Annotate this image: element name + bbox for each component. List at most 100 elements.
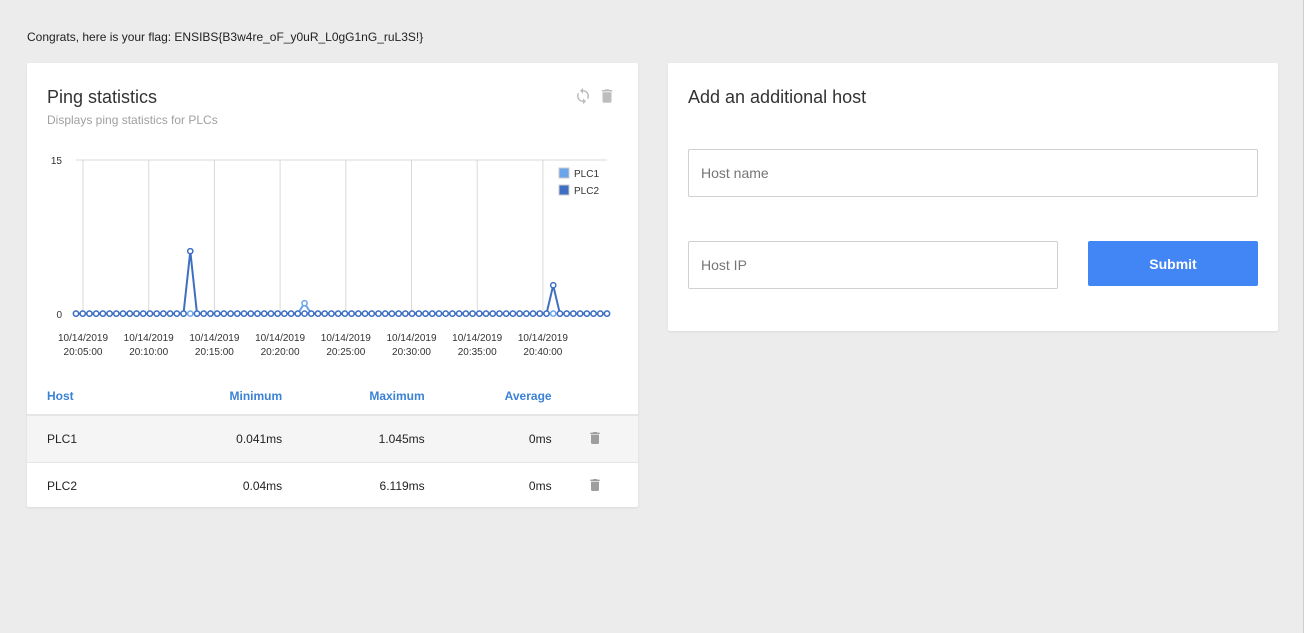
data-point-plc2 [496, 310, 503, 317]
data-point-plc2 [516, 310, 523, 317]
x-tick-label-time: 20:05:00 [64, 347, 103, 358]
data-point-plc2 [301, 310, 308, 317]
data-point-plc2 [375, 310, 382, 317]
data-point-plc2 [570, 310, 577, 317]
data-point-plc2 [603, 310, 611, 317]
data-point-plc2 [314, 310, 322, 317]
data-point-plc2 [126, 310, 134, 317]
data-point-plc2 [502, 310, 510, 317]
row-maximum: 6.119ms [379, 479, 425, 493]
x-tick-label-time: 20:35:00 [458, 347, 497, 358]
row-delete-cell [552, 463, 638, 510]
table-header-row: Host Minimum Maximum Average [27, 378, 638, 415]
refresh-icon[interactable] [574, 87, 592, 105]
x-tick-label-time: 20:25:00 [326, 347, 365, 358]
x-tick-label-time: 20:15:00 [195, 347, 234, 358]
data-point-plc2 [408, 310, 416, 317]
data-point-plc2 [549, 281, 557, 289]
ping-stats-table: Host Minimum Maximum Average PLC1 0.041m… [27, 378, 638, 509]
data-point-plc2 [281, 310, 288, 317]
row-delete-cell [552, 415, 638, 463]
data-point-plc2 [92, 310, 100, 317]
data-point-plc2 [260, 310, 268, 317]
series-line-plc2 [76, 251, 607, 315]
data-point-plc1 [186, 310, 194, 317]
ping-chart: 0 15 10/14/2019 20:05:00 10/14/2019 20:10:00 1… [27, 143, 638, 363]
data-point-plc2 [354, 310, 362, 317]
data-point-plc2 [489, 310, 497, 317]
row-average: 0ms [528, 432, 552, 446]
data-point-plc2 [160, 310, 167, 317]
data-point-plc2 [442, 310, 450, 317]
x-tick-label-date: 10/14/2019 [124, 333, 174, 344]
data-point-plc2 [556, 310, 564, 317]
row-maximum: 1.045ms [378, 432, 425, 446]
x-tick-label-date: 10/14/2019 [321, 333, 371, 344]
data-point-plc2 [455, 310, 463, 317]
data-point-plc2 [415, 310, 423, 317]
row-host: PLC2 [47, 479, 78, 493]
data-point-plc2 [119, 310, 127, 317]
add-host-card: Add an additional host Submit [668, 63, 1278, 331]
data-point-plc2 [402, 310, 409, 317]
x-tick-label-date: 10/14/2019 [189, 333, 239, 344]
data-point-plc2 [227, 310, 234, 317]
legend-swatch-plc2 [558, 184, 570, 196]
delete-host-trash-icon[interactable] [587, 477, 603, 493]
add-host-title: Add an additional host [688, 87, 867, 107]
table-row: PLC2 0.04ms 6.119ms 0ms [27, 463, 638, 510]
y-tick-label: 15 [51, 156, 63, 167]
data-point-plc2 [166, 310, 174, 317]
data-point-plc2 [563, 310, 571, 317]
data-point-plc2 [294, 310, 302, 317]
data-point-plc1 [549, 310, 557, 317]
header-maximum: Maximum [369, 389, 425, 403]
data-point-plc2 [522, 310, 530, 317]
data-point-plc2 [341, 310, 349, 317]
data-point-plc2 [146, 310, 154, 317]
card-actions [574, 87, 616, 105]
data-point-plc2 [368, 310, 376, 317]
data-point-plc2 [153, 310, 161, 317]
submit-button[interactable]: Submit [1088, 241, 1258, 286]
delete-host-trash-icon[interactable] [587, 430, 603, 446]
host-name-input[interactable] [688, 149, 1258, 197]
data-point-plc2 [220, 310, 228, 317]
data-point-plc2 [334, 310, 342, 317]
data-point-plc2 [307, 310, 315, 317]
x-tick-label-time: 20:40:00 [523, 347, 562, 358]
x-tick-label-date: 10/14/2019 [58, 333, 108, 344]
row-host: PLC1 [47, 432, 78, 446]
data-point-plc1 [301, 299, 308, 307]
data-point-plc2 [388, 310, 396, 317]
x-tick-label-time: 20:10:00 [129, 347, 168, 358]
table-row: PLC1 0.041ms 1.045ms 0ms [27, 415, 638, 463]
data-point-plc2 [509, 310, 517, 317]
x-tick-label-time: 20:30:00 [392, 347, 431, 358]
data-point-plc2 [193, 310, 201, 317]
data-point-plc2 [529, 310, 537, 317]
data-point-plc2 [267, 310, 275, 317]
header-host: Host [47, 389, 74, 403]
data-point-plc2 [395, 310, 402, 317]
ping-line-chart: 0 15 10/14/2019 20:05:00 10/14/2019 20:10:00 1… [51, 156, 611, 358]
data-point-plc2 [274, 310, 281, 317]
host-ip-input[interactable] [688, 241, 1058, 289]
data-point-plc2 [213, 310, 221, 317]
ping-statistics-card: Ping statistics Displays ping statistics… [27, 63, 638, 507]
header-minimum: Minimum [229, 389, 283, 403]
data-point-plc2 [321, 310, 329, 317]
data-point-plc2 [536, 310, 544, 317]
data-point-plc2 [180, 310, 187, 317]
data-point-plc2 [422, 310, 429, 317]
x-tick-label-date: 10/14/2019 [386, 333, 436, 344]
header-average: Average [504, 389, 552, 403]
trash-icon[interactable] [598, 87, 616, 105]
data-point-plc2 [254, 310, 261, 317]
data-point-plc2 [361, 310, 369, 317]
ping-card-subtitle: Displays ping statistics for PLCs [47, 113, 218, 127]
data-point-plc2 [207, 310, 214, 317]
legend-label-plc1: PLC1 [574, 169, 599, 180]
data-point-plc2 [590, 310, 597, 317]
data-point-plc2 [233, 310, 241, 317]
